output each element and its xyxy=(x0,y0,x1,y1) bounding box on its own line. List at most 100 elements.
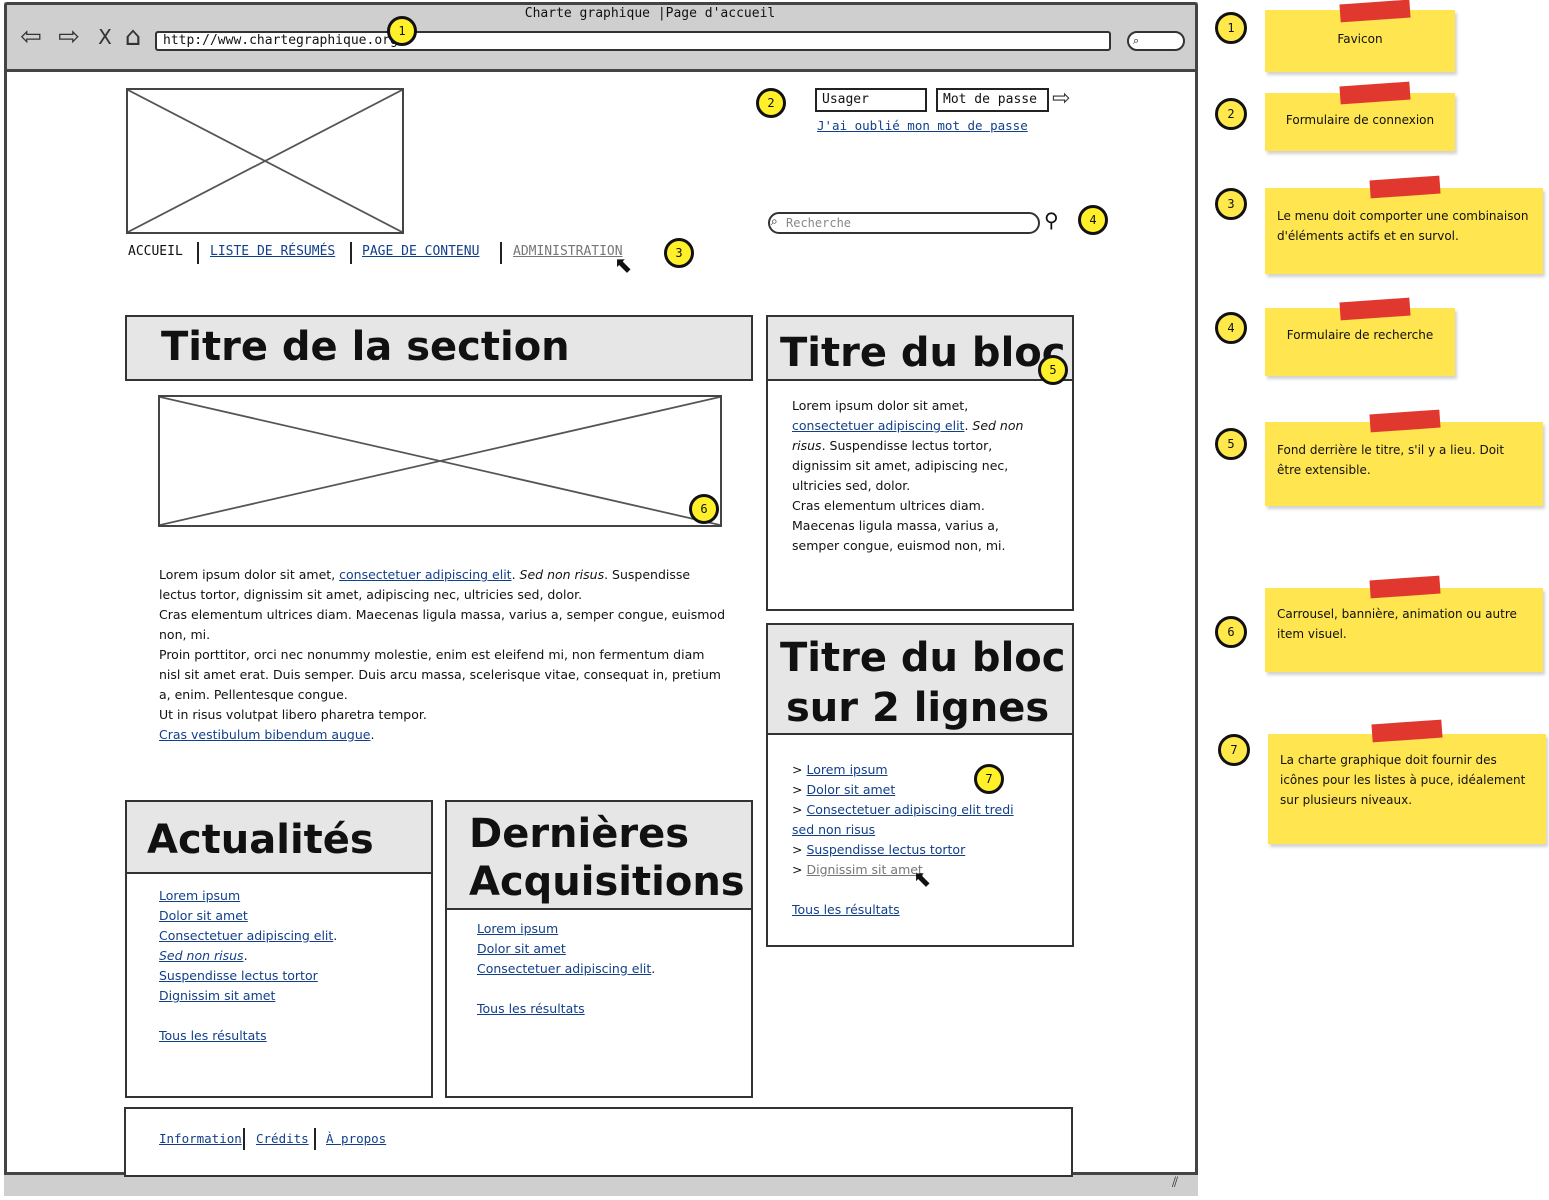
annotation-marker: 7 xyxy=(974,764,1004,794)
bullet-icon: > xyxy=(792,762,803,777)
list-item: Tous les résultats xyxy=(792,900,1027,920)
list-link[interactable]: Consectetuer adipiscing elit tredi sed n… xyxy=(792,802,1014,837)
note-number: 5 xyxy=(1215,428,1247,460)
list-item: Consectetuer adipiscing elit. xyxy=(477,961,656,976)
list-item: > Consectetuer adipiscing elit tredi sed… xyxy=(792,800,1027,840)
acquisitions-list: Lorem ipsum Dolor sit amet Consectetuer … xyxy=(477,919,737,1019)
note-number: 4 xyxy=(1215,312,1247,344)
footer-link-information[interactable]: Information xyxy=(159,1131,242,1146)
bullet-icon: > xyxy=(792,862,803,877)
username-field[interactable]: Usager xyxy=(815,88,927,112)
footer-separator xyxy=(314,1128,316,1150)
footer-separator xyxy=(243,1128,245,1150)
title-line: Titre du bloc xyxy=(780,635,1066,681)
bullet-icon: > xyxy=(792,802,803,817)
spacer xyxy=(477,979,737,999)
browser-search-field[interactable]: ⌕ xyxy=(1127,31,1185,51)
list-link[interactable]: Suspendisse lectus tortor xyxy=(806,842,965,857)
acquisition-link[interactable]: Lorem ipsum xyxy=(477,921,558,936)
annotation-marker: 6 xyxy=(689,494,719,524)
block-title-two-lines: Titre du bloc sur 2 lignes xyxy=(766,623,1074,735)
news-link[interactable]: Dignissim sit amet xyxy=(159,988,275,1003)
login-submit-arrow-icon[interactable]: ⇨ xyxy=(1052,88,1076,111)
list-item: Dignissim sit amet xyxy=(159,986,419,1006)
text: Lorem ipsum dolor sit amet, xyxy=(792,398,969,413)
list-link[interactable]: Lorem ipsum xyxy=(806,762,887,777)
logo-placeholder xyxy=(126,88,404,234)
note-number: 3 xyxy=(1215,188,1247,220)
list-item: Suspendisse lectus tortor xyxy=(159,966,419,986)
title-line: sur 2 lignes xyxy=(786,685,1050,731)
nav-item-administration[interactable]: ADMINISTRATION xyxy=(513,244,623,259)
acquisition-link[interactable]: Consectetuer adipiscing elit xyxy=(477,961,651,976)
resize-grip-icon[interactable]: ⫽ xyxy=(1172,1175,1194,1193)
bullet-icon: > xyxy=(792,782,803,797)
all-results-link[interactable]: Tous les résultats xyxy=(159,1028,267,1043)
paragraph: Ut in risus volutpat libero pharetra tem… xyxy=(159,707,427,722)
news-link[interactable]: Lorem ipsum xyxy=(159,888,240,903)
all-results-link[interactable]: Tous les résultats xyxy=(792,902,900,917)
block-title: Titre du bloc xyxy=(766,315,1074,381)
note-number: 7 xyxy=(1218,734,1250,766)
inline-link[interactable]: Cras vestibulum bibendum augue xyxy=(159,727,370,742)
list-item: Sed non risus. xyxy=(159,948,248,963)
news-link[interactable]: Consectetuer adipiscing elit xyxy=(159,928,333,943)
list-link-hover[interactable]: Dignissim sit amet xyxy=(806,862,922,877)
spacer xyxy=(159,1006,419,1026)
search-icon: ⌕ xyxy=(771,214,778,228)
search-icon: ⌕ xyxy=(1133,34,1140,47)
magnifier-icon[interactable]: ⚲ xyxy=(1044,208,1059,232)
back-icon[interactable]: ⇦ xyxy=(16,22,46,52)
forgot-password-link[interactable]: J'ai oublié mon mot de passe xyxy=(817,118,1028,133)
paragraph: Proin porttitor, orci nec nonummy molest… xyxy=(159,647,721,702)
text: . Suspendisse lectus tortor, dignissim s… xyxy=(792,438,1009,493)
search-input[interactable]: Recherche xyxy=(768,212,1040,234)
all-results-link[interactable]: Tous les résultats xyxy=(477,1001,585,1016)
list-item: Lorem ipsum xyxy=(477,919,737,939)
text: Lorem ipsum dolor sit amet, xyxy=(159,567,340,582)
list-link[interactable]: Dolor sit amet xyxy=(806,782,895,797)
title-line: Acquisitions xyxy=(469,859,745,905)
section-title: Titre de la section xyxy=(125,315,753,381)
nav-item-accueil[interactable]: ACCUEIL xyxy=(128,244,183,259)
note-number: 1 xyxy=(1215,12,1247,44)
text: . xyxy=(370,727,375,742)
sticky-note: Le menu doit comporter une combinaison d… xyxy=(1265,188,1543,274)
nav-separator xyxy=(197,242,199,264)
news-list: Lorem ipsum Dolor sit amet Consectetuer … xyxy=(159,886,419,1046)
italic-text: Sed non risus xyxy=(519,567,605,582)
url-bar[interactable]: http://www.chartegraphique.org/ xyxy=(155,31,1111,51)
inline-link[interactable]: consectetuer adipiscing elit xyxy=(792,418,964,433)
inline-link[interactable]: consectetuer adipiscing elit xyxy=(339,567,511,582)
acquisitions-title: Dernières Acquisitions xyxy=(445,800,753,910)
stop-icon[interactable]: X xyxy=(90,22,120,52)
news-link[interactable]: Dolor sit amet xyxy=(159,908,248,923)
list-item: > Suspendisse lectus tortor xyxy=(792,840,1027,860)
paragraph: Lorem ipsum dolor sit amet, consectetuer… xyxy=(159,565,727,605)
spacer xyxy=(792,880,1027,900)
text: . xyxy=(511,567,520,582)
bullet-icon: > xyxy=(792,842,803,857)
news-link[interactable]: Suspendisse lectus tortor xyxy=(159,968,318,983)
nav-item-liste-resumes[interactable]: LISTE DE RÉSUMÉS xyxy=(210,244,335,259)
sticky-note: Carrousel, bannière, animation ou autre … xyxy=(1265,588,1543,672)
news-link[interactable]: Sed non risus xyxy=(159,948,244,963)
title-line: Dernières xyxy=(469,811,690,857)
annotation-marker: 2 xyxy=(756,88,786,118)
nav-item-page-contenu[interactable]: PAGE DE CONTENU xyxy=(362,244,479,259)
paragraph: Cras vestibulum bibendum augue. xyxy=(159,725,727,745)
acquisition-link[interactable]: Dolor sit amet xyxy=(477,941,566,956)
password-field[interactable]: Mot de passe xyxy=(936,88,1049,112)
nav-separator xyxy=(350,242,352,264)
footer-link-credits[interactable]: Crédits xyxy=(256,1131,309,1146)
list-item: Dolor sit amet xyxy=(159,906,419,926)
window-title: Charte graphique |Page d'accueil xyxy=(524,6,776,21)
paragraph: Cras elementum ultrices diam. Maecenas l… xyxy=(792,498,1006,553)
sticky-note: La charte graphique doit fournir des icô… xyxy=(1268,734,1546,844)
home-icon[interactable]: ⌂ xyxy=(118,22,148,52)
forward-icon[interactable]: ⇨ xyxy=(54,22,84,52)
carousel-placeholder xyxy=(158,395,722,527)
footer-link-a-propos[interactable]: À propos xyxy=(326,1131,386,1146)
list-item: Consectetuer adipiscing elit. xyxy=(159,928,338,943)
nav-separator xyxy=(500,242,502,264)
